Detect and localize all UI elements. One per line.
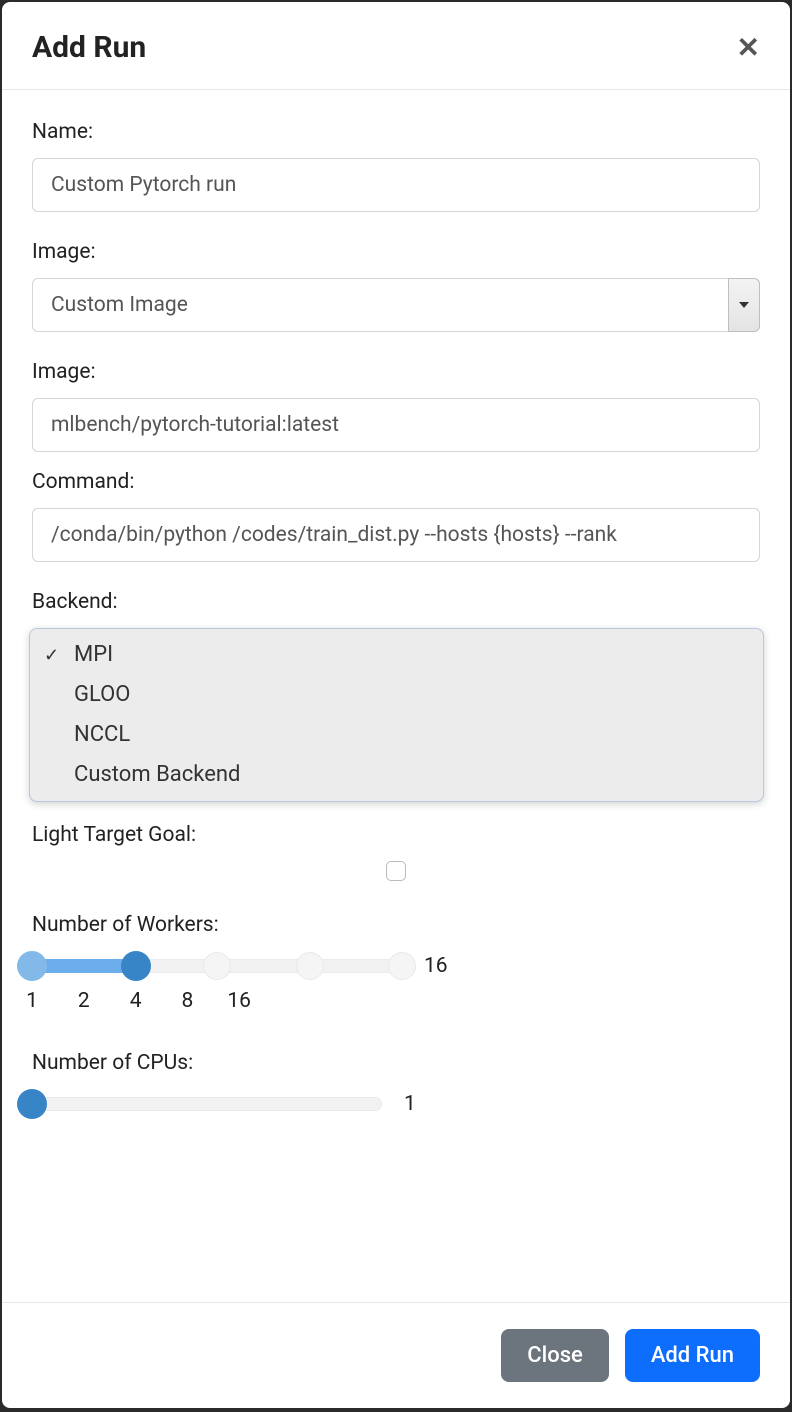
tick-label: 2 [78, 989, 90, 1013]
cpus-thumb[interactable] [17, 1089, 47, 1119]
image-select-label: Image: [32, 240, 760, 264]
light-target-group: Light Target Goal: [32, 823, 760, 885]
tick-label: 16 [227, 989, 251, 1013]
backend-option-nccl[interactable]: NCCL [30, 715, 763, 755]
tick-label: 8 [181, 989, 193, 1013]
workers-slider-row: 16 [18, 951, 760, 981]
tick-label: 4 [130, 989, 142, 1013]
backend-dropdown: ✓ MPI GLOO NCCL Custom Backend [29, 628, 764, 802]
backend-option-label: MPI [74, 642, 113, 667]
image-path-group: Image: [32, 360, 760, 452]
command-label: Command: [32, 470, 760, 494]
image-select[interactable]: Custom Image [32, 278, 760, 332]
workers-label: Number of Workers: [32, 913, 760, 937]
image-path-label: Image: [32, 360, 760, 384]
light-target-checkbox[interactable] [386, 861, 406, 881]
modal-body: Name: Image: Custom Image Image: Command… [2, 90, 790, 1302]
backend-label: Backend: [32, 590, 760, 614]
workers-tick-labels: 1 2 4 8 16 [32, 989, 402, 1017]
modal-title: Add Run [32, 30, 146, 65]
image-select-group: Image: Custom Image [32, 240, 760, 332]
modal-header: Add Run ✕ [2, 2, 790, 90]
cpus-label: Number of CPUs: [32, 1051, 760, 1075]
command-group: Command: [32, 470, 760, 562]
image-select-wrap: Custom Image [32, 278, 760, 332]
slider-tick [203, 952, 231, 980]
cpus-slider[interactable] [32, 1089, 382, 1119]
add-run-modal: Add Run ✕ Name: Image: Custom Image Imag… [2, 2, 790, 1408]
close-icon[interactable]: ✕ [737, 34, 760, 62]
cpus-group: Number of CPUs: 1 [32, 1051, 760, 1119]
name-field-group: Name: [32, 120, 760, 212]
backend-option-label: NCCL [74, 722, 130, 747]
backend-option-custom[interactable]: Custom Backend [30, 755, 763, 795]
cpus-slider-row: 1 [18, 1089, 760, 1119]
backend-group: Backend: ✓ MPI GLOO NCCL Custom Backend [32, 590, 760, 614]
workers-range-low-thumb[interactable] [17, 951, 47, 981]
name-input[interactable] [32, 158, 760, 212]
backend-option-label: Custom Backend [74, 762, 240, 787]
modal-footer: Close Add Run [2, 1302, 790, 1408]
workers-value: 16 [424, 954, 448, 978]
workers-group: Number of Workers: 16 1 2 4 8 16 [32, 913, 760, 1017]
command-input[interactable] [32, 508, 760, 562]
backend-option-gloo[interactable]: GLOO [30, 675, 763, 715]
close-button[interactable]: Close [501, 1329, 609, 1382]
add-run-button[interactable]: Add Run [625, 1329, 760, 1382]
cpus-value: 1 [404, 1092, 416, 1116]
workers-range-high-thumb[interactable] [121, 951, 151, 981]
tick-label: 1 [26, 989, 38, 1013]
image-path-input[interactable] [32, 398, 760, 452]
slider-tick [388, 952, 416, 980]
slider-track [32, 1097, 382, 1111]
light-target-label: Light Target Goal: [32, 823, 760, 847]
light-target-checkbox-row [32, 861, 760, 885]
backend-option-mpi[interactable]: ✓ MPI [30, 635, 763, 675]
name-label: Name: [32, 120, 760, 144]
check-icon: ✓ [44, 642, 59, 670]
slider-tick [296, 952, 324, 980]
workers-slider[interactable] [32, 951, 402, 981]
backend-option-label: GLOO [74, 682, 130, 707]
